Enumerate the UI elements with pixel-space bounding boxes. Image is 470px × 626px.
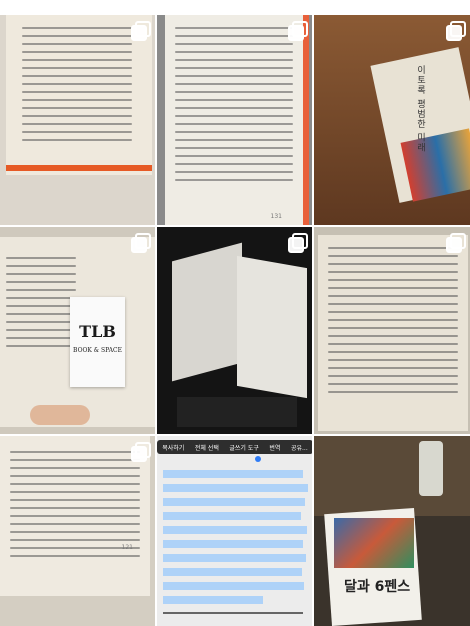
- grid-tile-1[interactable]: [0, 15, 155, 225]
- card-logo: TLB: [79, 322, 116, 341]
- text-selection-toolbar: 복사하기 전체 선택 글쓰기 도구 번역 공유...: [157, 440, 312, 454]
- grid-tile-3[interactable]: 이토록 평범한 미래: [314, 15, 470, 225]
- multiple-posts-icon: [446, 233, 466, 253]
- multiple-posts-icon: [288, 21, 308, 41]
- translate-option[interactable]: 번역: [269, 443, 280, 452]
- multiple-posts-icon: [288, 233, 308, 253]
- select-all-option[interactable]: 전체 선택: [195, 443, 219, 452]
- multiple-posts-icon: [131, 21, 151, 41]
- writing-tools-option[interactable]: 글쓰기 도구: [229, 443, 259, 452]
- grid-tile-6[interactable]: [314, 227, 470, 434]
- multiple-posts-icon: [446, 21, 466, 41]
- grid-tile-9[interactable]: 달과 6펜스: [314, 436, 470, 626]
- cover-title: 이토록 평범한 미래: [415, 65, 425, 153]
- page-number: 131: [270, 213, 282, 220]
- grid-tile-7[interactable]: 121: [0, 436, 155, 626]
- page-number: 121: [121, 544, 133, 551]
- grid-tile-5[interactable]: [157, 227, 312, 434]
- grid-tile-2[interactable]: 131: [157, 15, 312, 225]
- multiple-posts-icon: [131, 233, 151, 253]
- share-option[interactable]: 공유...: [291, 443, 308, 452]
- grid-tile-8[interactable]: 복사하기 전체 선택 글쓰기 도구 번역 공유...: [157, 436, 312, 626]
- photo-grid: 131 이토록 평범한 미래 TLB BOOK & SPACE 121 복사하기…: [0, 0, 470, 626]
- cover-title: 달과 6펜스: [344, 579, 411, 595]
- card-text: BOOK & SPACE: [73, 347, 122, 354]
- copy-option[interactable]: 복사하기: [162, 443, 184, 452]
- multiple-posts-icon: [131, 442, 151, 462]
- grid-tile-4[interactable]: TLB BOOK & SPACE: [0, 227, 155, 434]
